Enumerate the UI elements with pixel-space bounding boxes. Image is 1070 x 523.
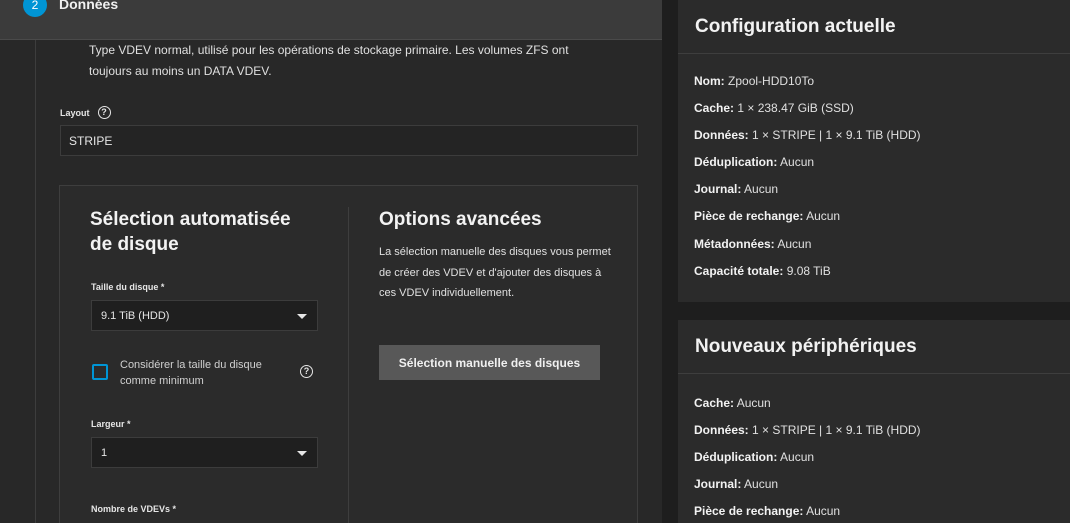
step-title: Données	[59, 0, 119, 12]
config-row-metadata: Métadonnées: Aucun	[694, 237, 812, 251]
advanced-options-description: La sélection manuelle des disques vous p…	[379, 246, 611, 299]
help-icon[interactable]: ?	[300, 365, 313, 378]
help-icon[interactable]: ?	[97, 106, 111, 119]
width-value: 1	[101, 447, 108, 459]
config-row-capacity: Capacité totale: 9.08 TiB	[694, 264, 831, 278]
min-size-checkbox[interactable]	[92, 364, 108, 380]
config-row-data: Données: 1 × STRIPE | 1 × 9.1 TiB (HDD)	[694, 128, 921, 142]
width-label: Largeur *	[91, 419, 131, 429]
current-config-title: Configuration actuelle	[678, 0, 1070, 54]
new-devices-title: Nouveaux périphériques	[678, 320, 1070, 374]
new-row-cache: Cache: Aucun	[694, 396, 771, 410]
vdev-count-label: Nombre de VDEVs *	[91, 504, 177, 514]
auto-selection-title-line2: de disque	[90, 234, 179, 255]
layout-label: Layout	[60, 107, 90, 118]
step-number-badge: 2	[23, 0, 47, 17]
layout-field[interactable]: STRIPE	[60, 125, 638, 156]
new-row-spare: Pièce de rechange: Aucun	[694, 504, 841, 518]
layout-label-group: Layout ?	[60, 106, 111, 119]
disk-size-select[interactable]: 9.1 TiB (HDD)	[91, 300, 318, 331]
section-divider	[348, 207, 349, 523]
new-row-log: Journal: Aucun	[694, 477, 779, 491]
manual-disk-selection-button[interactable]: Sélection manuelle des disques	[379, 345, 600, 380]
vdev-description: Type VDEV normal, utilisé pour les opéra…	[89, 43, 569, 78]
data-step-panel: 2 Données Type VDEV normal, utilisé pour…	[0, 0, 662, 523]
current-config-card: Configuration actuelle Nom: Zpool-HDD10T…	[678, 0, 1070, 302]
auto-selection-title: Sélection automatisée de disque	[90, 207, 291, 257]
advanced-options-title: Options avancées	[379, 209, 542, 230]
new-row-data: Données: 1 × STRIPE | 1 × 9.1 TiB (HDD)	[694, 423, 921, 437]
config-row-spare: Pièce de rechange: Aucun	[694, 209, 841, 223]
config-row-name: Nom: Zpool-HDD10To	[694, 74, 815, 88]
new-row-dedup: Déduplication: Aucun	[694, 450, 815, 464]
min-size-checkbox-label[interactable]: Considérer la taille du disque comme min…	[120, 357, 295, 389]
auto-selection-title-line1: Sélection automatisée	[90, 209, 291, 230]
config-row-dedup: Déduplication: Aucun	[694, 155, 815, 169]
width-select[interactable]: 1	[91, 437, 318, 468]
chevron-down-icon	[297, 314, 307, 319]
new-devices-card: Nouveaux périphériques Cache: Aucun Donn…	[678, 320, 1070, 523]
step-header[interactable]: 2 Données	[0, 0, 662, 40]
disk-size-value: 9.1 TiB (HDD)	[101, 310, 170, 322]
config-row-log: Journal: Aucun	[694, 182, 779, 196]
chevron-down-icon	[297, 451, 307, 456]
step-connector-line	[35, 40, 36, 523]
disk-size-label: Taille du disque *	[91, 282, 165, 292]
config-row-cache: Cache: 1 × 238.47 GiB (SSD)	[694, 101, 854, 115]
